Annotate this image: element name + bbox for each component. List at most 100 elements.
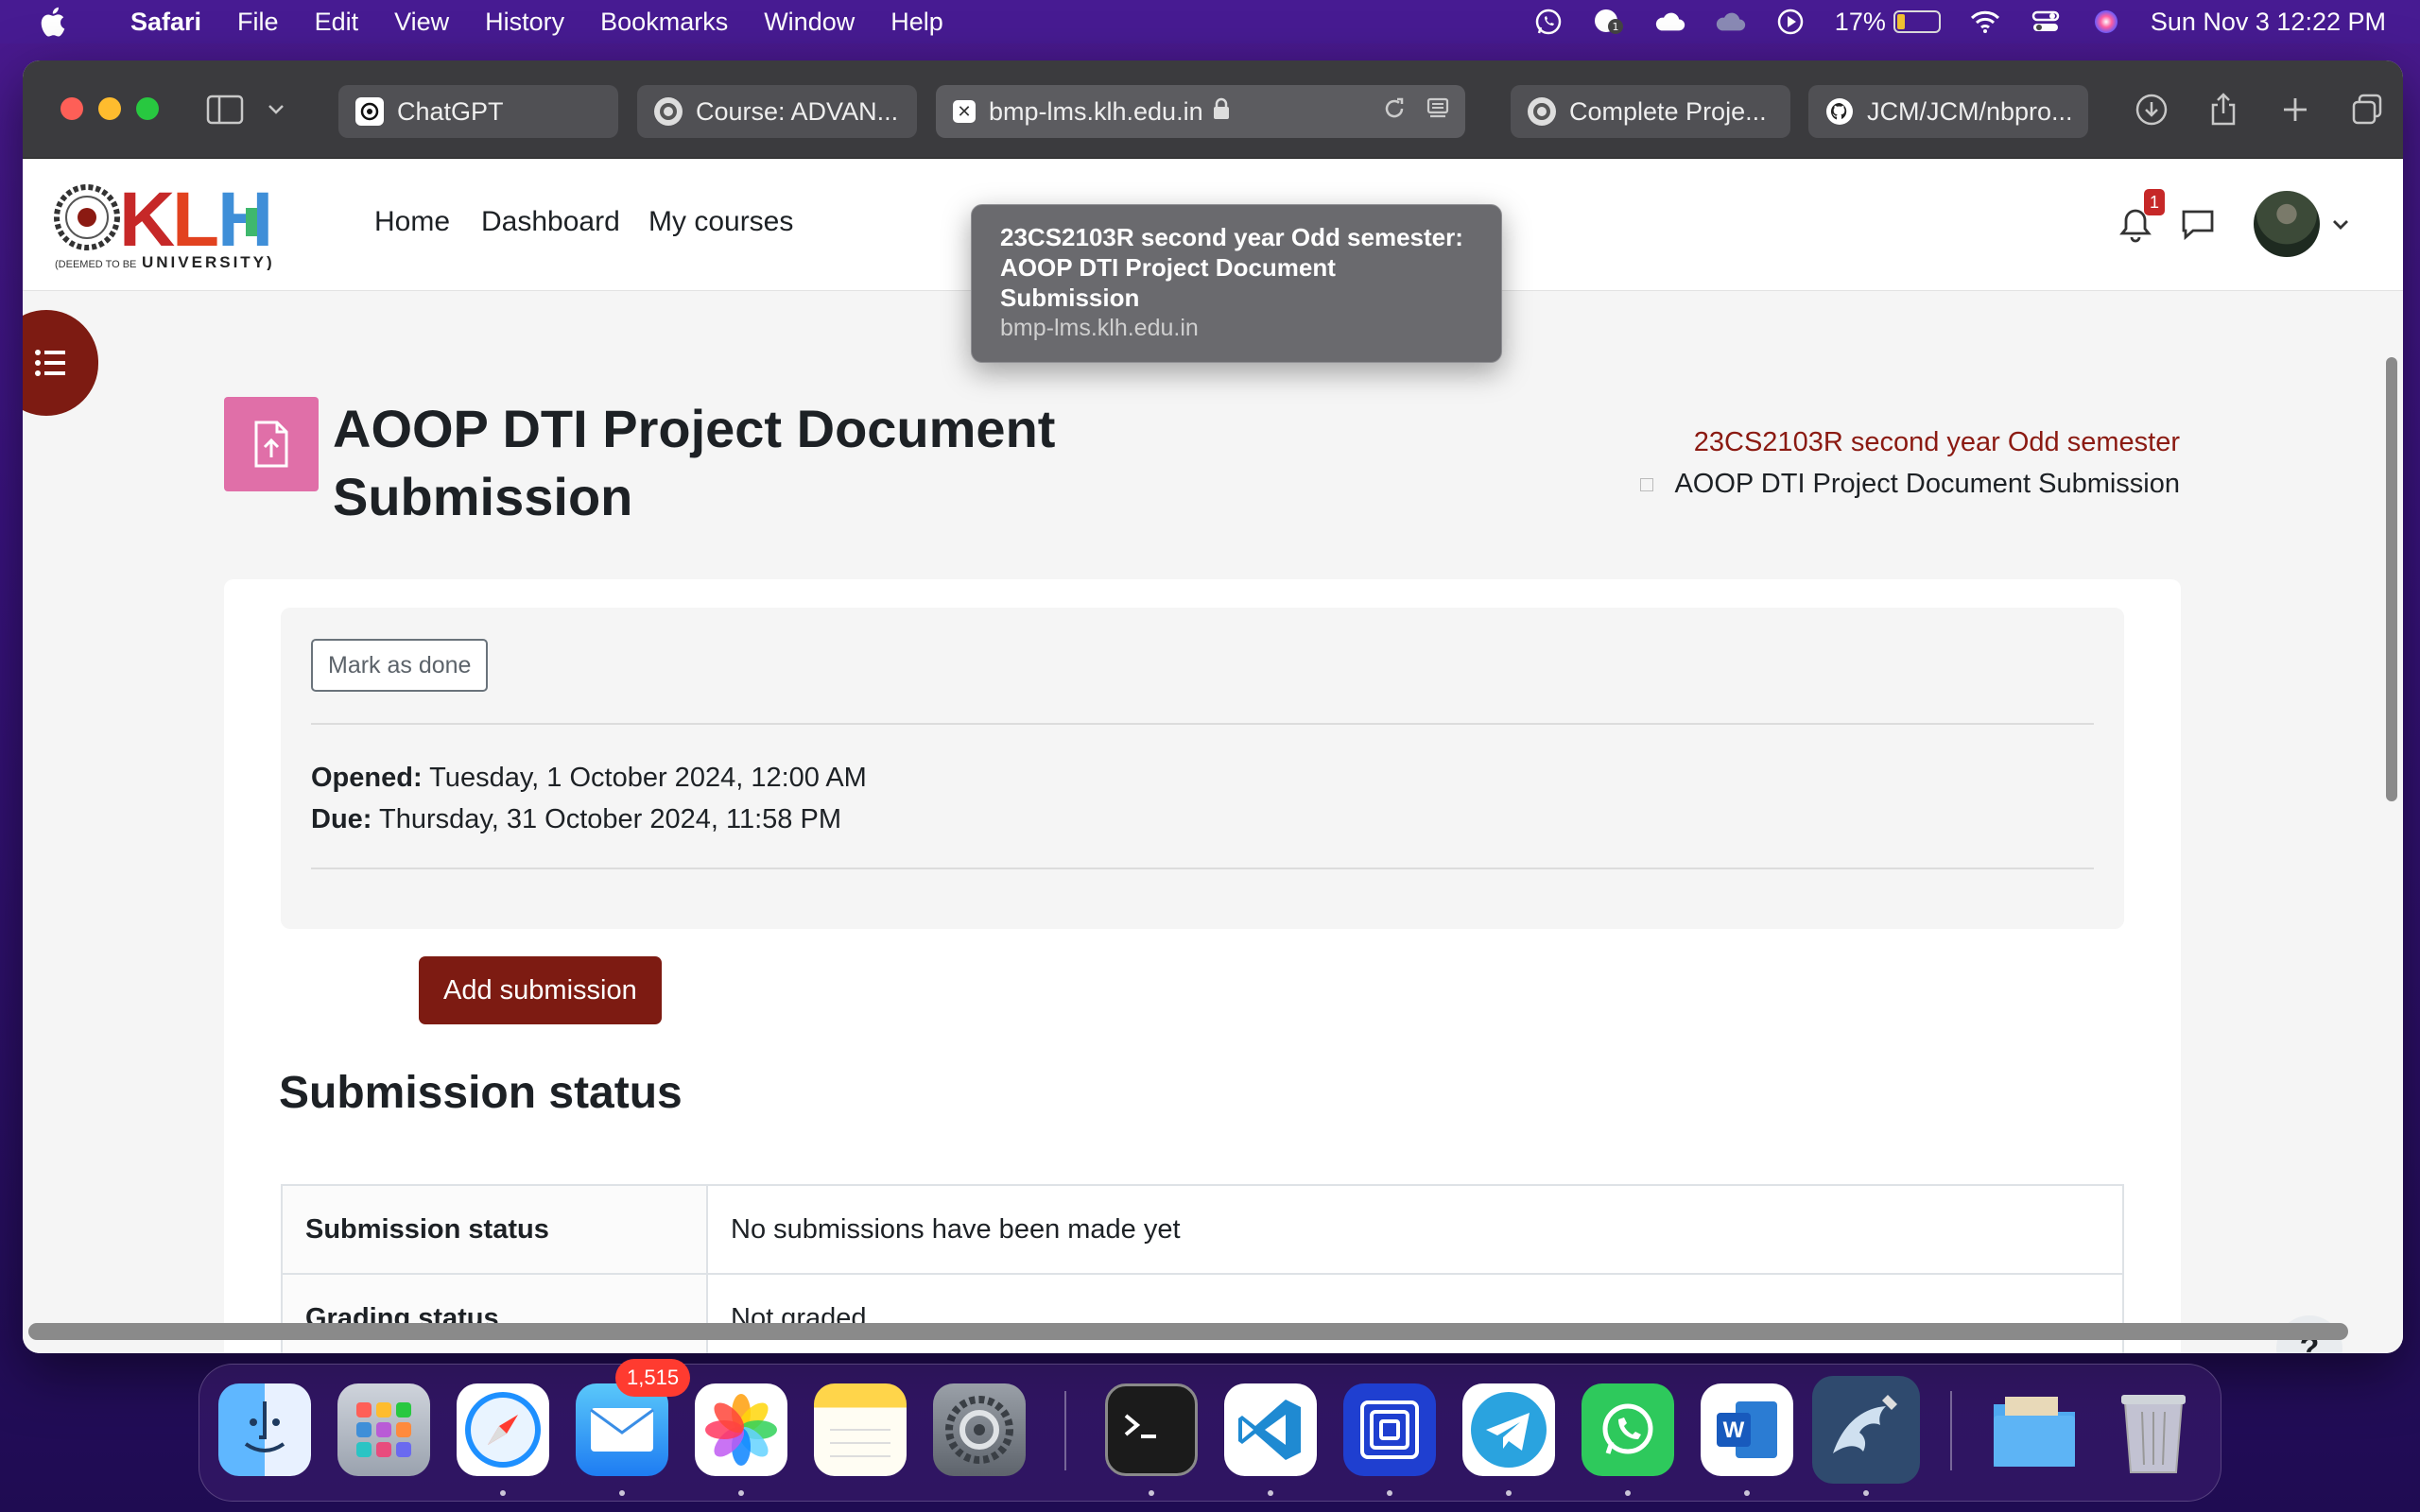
battery-percent: 17% <box>1834 7 1886 36</box>
reader-mode-icon[interactable] <box>1426 96 1450 128</box>
cloud-status-icon[interactable] <box>1653 8 1685 36</box>
course-index-drawer-button[interactable] <box>23 310 98 416</box>
due-date-row: Due: Thursday, 31 October 2024, 11:58 PM <box>311 799 867 840</box>
vertical-scrollbar[interactable] <box>2386 357 2397 801</box>
chevron-down-icon[interactable] <box>265 91 287 129</box>
nav-dashboard[interactable]: Dashboard <box>481 206 620 238</box>
opened-date-row: Opened: Tuesday, 1 October 2024, 12:00 A… <box>311 757 867 799</box>
system-settings-icon[interactable] <box>933 1383 1026 1476</box>
svg-text:H: H <box>217 180 268 263</box>
media-play-status-icon[interactable] <box>1774 8 1806 36</box>
whatsapp-icon[interactable] <box>1582 1383 1674 1476</box>
apple-icon[interactable] <box>38 7 66 37</box>
lock-icon <box>1213 97 1230 127</box>
tooltip-url: bmp-lms.klh.edu.in <box>1000 315 1199 341</box>
running-indicator <box>1625 1490 1631 1496</box>
horizontal-scrollbar[interactable] <box>28 1323 2348 1340</box>
moodle-favicon-icon <box>1528 97 1556 126</box>
nav-home[interactable]: Home <box>374 206 450 238</box>
menu-history[interactable]: History <box>485 8 564 37</box>
control-center-icon[interactable] <box>2030 8 2062 36</box>
zoom-window-button[interactable] <box>136 97 159 120</box>
running-indicator <box>1506 1490 1512 1496</box>
mysql-workbench-icon[interactable] <box>1812 1376 1920 1484</box>
notification-count-badge: 1 <box>2144 189 2165 215</box>
wifi-icon[interactable] <box>1969 8 2001 36</box>
close-window-button[interactable] <box>60 97 83 120</box>
mark-as-done-button[interactable]: Mark as done <box>311 639 489 692</box>
tooltip-title: 23CS2103R second year Odd semester: AOOP… <box>1000 223 1463 312</box>
menu-help[interactable]: Help <box>890 8 943 37</box>
menu-view[interactable]: View <box>394 8 449 37</box>
running-indicator <box>738 1490 744 1496</box>
reload-icon[interactable] <box>1382 96 1407 128</box>
tab-course[interactable]: Course: ADVAN... <box>637 85 917 138</box>
main-content-card: Mark as done Opened: Tuesday, 1 October … <box>224 579 2181 1353</box>
menu-app-safari[interactable]: Safari <box>130 8 201 37</box>
trash-icon[interactable] <box>2107 1383 2200 1476</box>
due-label: Due: <box>311 804 372 834</box>
telegram-icon[interactable] <box>1462 1383 1555 1476</box>
table-row: Submission status No submissions have be… <box>281 1184 2124 1275</box>
mail-icon[interactable] <box>576 1383 668 1476</box>
messages-button[interactable] <box>2180 187 2221 263</box>
svg-text:K: K <box>119 180 175 263</box>
whatsapp-status-icon[interactable] <box>1532 8 1564 36</box>
address-url[interactable]: bmp-lms.klh.edu.in <box>989 97 1203 127</box>
running-indicator <box>1268 1490 1273 1496</box>
browser-toolbar: ChatGPT Course: ADVAN... ✕ bmp-lms.klh.e… <box>23 60 2403 159</box>
terminal-icon[interactable] <box>1105 1383 1198 1476</box>
sidebar-toggle-icon[interactable] <box>204 91 246 129</box>
safari-window: ChatGPT Course: ADVAN... ✕ bmp-lms.klh.e… <box>23 60 2403 1353</box>
dock-divider <box>1064 1391 1066 1470</box>
divider <box>311 868 2094 869</box>
svg-text:(DEEMED TO BE: (DEEMED TO BE <box>55 259 136 270</box>
menu-edit[interactable]: Edit <box>315 8 359 37</box>
svg-text:L: L <box>172 180 217 263</box>
share-icon[interactable] <box>2204 91 2242 129</box>
breadcrumb-course-link[interactable]: 23CS2103R second year Odd semester <box>1694 427 2180 458</box>
tab-github[interactable]: JCM/JCM/nbpro... <box>1808 85 2088 138</box>
klh-university-logo[interactable]: K L H (DEEMED TO BE UNIVERSITY) <box>51 177 306 271</box>
tab-complete-project[interactable]: Complete Proje... <box>1511 85 1790 138</box>
svg-text:1: 1 <box>1612 21 1618 33</box>
tab-label: ChatGPT <box>397 96 504 126</box>
user-avatar[interactable] <box>2254 191 2320 257</box>
running-indicator <box>619 1490 625 1496</box>
safari-icon[interactable] <box>457 1383 549 1476</box>
tab-overview-icon[interactable] <box>2348 91 2386 129</box>
finder-icon[interactable] <box>218 1383 311 1476</box>
downloads-icon[interactable] <box>2133 91 2170 129</box>
menu-file[interactable]: File <box>237 8 279 37</box>
moodle-favicon-icon <box>654 97 683 126</box>
launchpad-icon[interactable] <box>337 1383 430 1476</box>
running-indicator <box>1149 1490 1154 1496</box>
menu-window[interactable]: Window <box>764 8 855 37</box>
siri-icon[interactable] <box>2090 8 2122 36</box>
breadcrumb-current: AOOP DTI Project Document Submission <box>1640 469 2180 500</box>
network-tool-icon[interactable] <box>1343 1383 1436 1476</box>
tab-label: Complete Proje... <box>1569 96 1767 126</box>
user-menu-chevron-icon[interactable] <box>2331 187 2360 263</box>
notes-icon[interactable] <box>814 1383 907 1476</box>
svg-text:W: W <box>1723 1418 1745 1443</box>
running-indicator <box>500 1490 506 1496</box>
microsoft-word-icon[interactable]: W <box>1701 1383 1793 1476</box>
vscode-icon[interactable] <box>1224 1383 1317 1476</box>
photos-icon[interactable] <box>695 1383 787 1476</box>
minimize-window-button[interactable] <box>98 97 121 120</box>
battery-indicator[interactable]: 17% <box>1835 8 1941 37</box>
svg-text:UNIVERSITY): UNIVERSITY) <box>142 253 275 270</box>
running-indicator <box>1863 1490 1869 1496</box>
menu-clock[interactable]: Sun Nov 3 12:22 PM <box>2151 8 2386 37</box>
tab-chatgpt[interactable]: ChatGPT <box>338 85 618 138</box>
notification-app-status-icon[interactable]: 1 <box>1593 8 1625 36</box>
add-submission-button[interactable]: Add submission <box>419 956 662 1024</box>
nav-my-courses[interactable]: My courses <box>648 206 793 238</box>
onedrive-status-icon[interactable] <box>1714 8 1746 36</box>
menu-bookmarks[interactable]: Bookmarks <box>600 8 728 37</box>
downloads-folder-icon[interactable] <box>1988 1383 2081 1476</box>
tab-active-address-bar[interactable]: ✕ bmp-lms.klh.edu.in <box>936 85 1465 138</box>
new-tab-icon[interactable] <box>2276 91 2314 129</box>
close-tab-icon[interactable]: ✕ <box>953 100 976 123</box>
